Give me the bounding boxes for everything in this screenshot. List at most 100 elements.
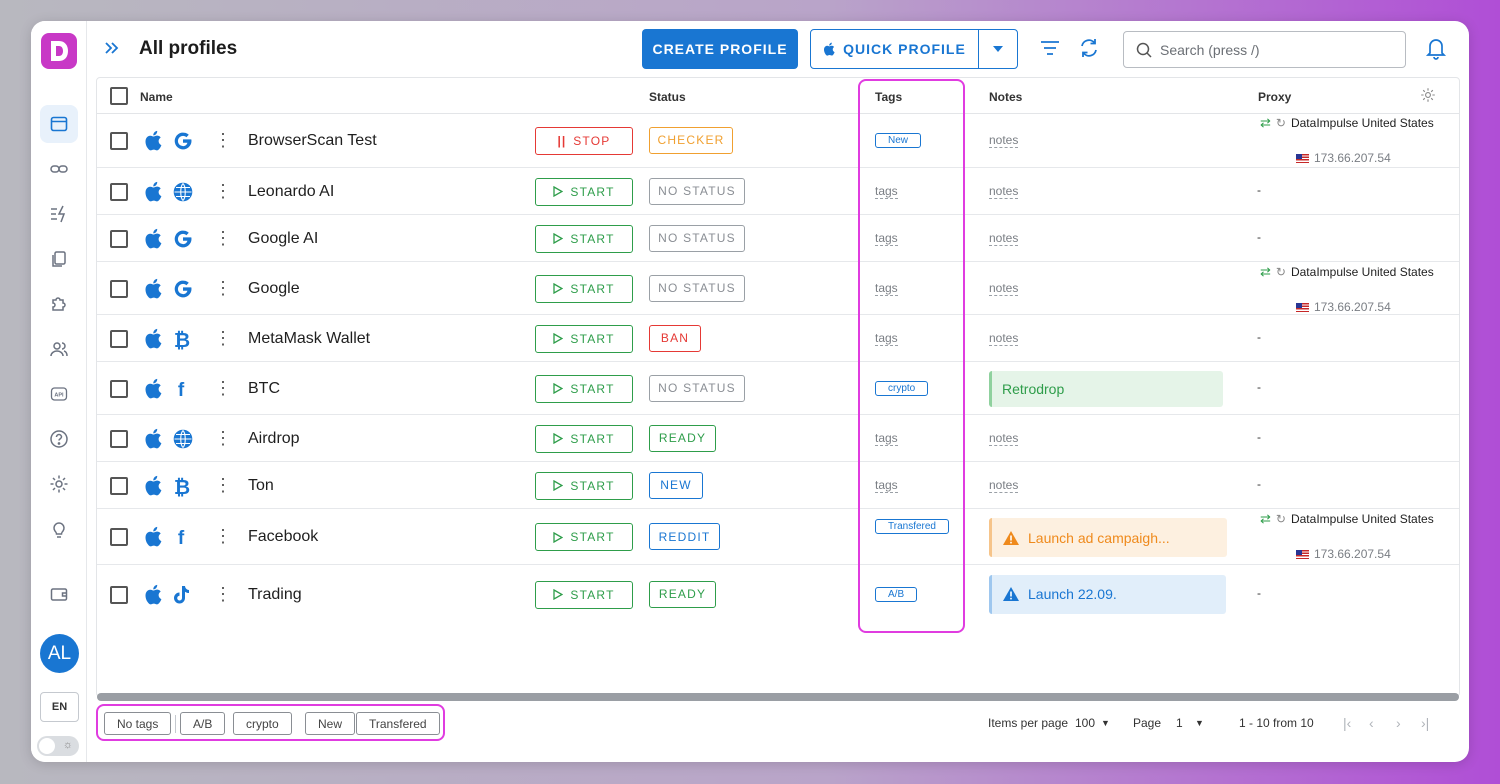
theme-toggle[interactable]: ☼: [37, 736, 79, 756]
proxy-empty[interactable]: -: [1257, 380, 1261, 394]
note-box[interactable]: Launch 22.09.: [989, 574, 1226, 614]
proxy-empty[interactable]: -: [1257, 586, 1261, 600]
start-button[interactable]: START: [535, 471, 633, 500]
profile-name[interactable]: Facebook: [248, 528, 318, 546]
profile-name[interactable]: Google: [248, 280, 300, 298]
items-per-page-caret-icon[interactable]: ▼: [1101, 718, 1110, 728]
row-menu-icon[interactable]: ⋮: [214, 182, 232, 200]
row-checkbox[interactable]: [110, 131, 128, 150]
note-box[interactable]: Launch ad campaigh...: [989, 518, 1227, 557]
start-button[interactable]: START: [535, 580, 633, 609]
add-notes-link[interactable]: notes: [989, 231, 1019, 246]
proxy-empty[interactable]: -: [1257, 183, 1261, 197]
row-checkbox[interactable]: [110, 585, 128, 604]
refresh-icon[interactable]: [1078, 37, 1100, 64]
app-logo[interactable]: [41, 33, 77, 69]
proxy-empty[interactable]: -: [1257, 230, 1261, 244]
note-box[interactable]: Retrodrop: [989, 370, 1223, 407]
start-button[interactable]: START: [535, 274, 633, 303]
row-menu-icon[interactable]: ⋮: [214, 379, 232, 397]
sidebar-item-wallet[interactable]: [45, 580, 73, 608]
profile-name[interactable]: Leonardo AI: [248, 183, 334, 201]
row-menu-icon[interactable]: ⋮: [214, 429, 232, 447]
row-menu-icon[interactable]: ⋮: [214, 229, 232, 247]
profile-name[interactable]: BrowserScan Test: [248, 132, 377, 150]
language-selector[interactable]: EN: [40, 692, 79, 722]
start-button[interactable]: START: [535, 523, 633, 551]
start-button[interactable]: START: [535, 324, 633, 353]
proxy-info[interactable]: ⇄ ↻ DataImpulse United States: [1260, 264, 1434, 280]
row-checkbox[interactable]: [110, 429, 128, 448]
sidebar-item-templates[interactable]: [45, 245, 73, 273]
start-button[interactable]: START: [535, 177, 633, 206]
proxy-info[interactable]: ⇄ ↻ DataImpulse United States: [1260, 511, 1434, 527]
table-row[interactable]: ⋮ Google AI START NO STATUS tags notes -: [97, 215, 1459, 262]
row-checkbox[interactable]: [110, 528, 128, 546]
table-row[interactable]: ₿ ⋮ Ton START NEW tags notes -: [97, 462, 1459, 509]
proxy-empty[interactable]: -: [1257, 430, 1261, 444]
profile-name[interactable]: Trading: [248, 586, 302, 604]
first-page-icon[interactable]: |‹: [1343, 715, 1351, 731]
row-checkbox[interactable]: [110, 476, 128, 495]
table-row[interactable]: ⋮ Trading START READY A/B Launch 22.09. -: [97, 565, 1459, 624]
start-button[interactable]: START: [535, 374, 633, 403]
sidebar-item-tips[interactable]: [45, 515, 73, 543]
profile-name[interactable]: Ton: [248, 477, 274, 495]
status-badge[interactable]: NO STATUS: [649, 177, 745, 205]
table-row[interactable]: ₿ ⋮ MetaMask Wallet START BAN tags notes -: [97, 315, 1459, 362]
row-checkbox[interactable]: [110, 329, 128, 348]
table-row[interactable]: ⋮ BrowserScan Test || STOP CHECKER New notes ⇄ ↻…: [97, 113, 1459, 168]
row-menu-icon[interactable]: ⋮: [214, 279, 232, 297]
add-notes-link[interactable]: notes: [989, 281, 1019, 296]
column-name[interactable]: Name: [140, 90, 173, 104]
status-badge[interactable]: REDDIT: [649, 523, 720, 550]
status-badge[interactable]: NO STATUS: [649, 274, 745, 302]
sidebar-item-extensions[interactable]: [45, 290, 73, 318]
proxy-empty[interactable]: -: [1257, 330, 1261, 344]
refresh-proxy-icon[interactable]: ↻: [1276, 512, 1286, 526]
search-box[interactable]: [1123, 31, 1406, 68]
quick-profile-main[interactable]: QUICK PROFILE: [811, 30, 979, 68]
column-status[interactable]: Status: [649, 90, 686, 104]
table-row[interactable]: ⋮ Google START NO STATUS tags notes ⇄ ↻ DataImpu…: [97, 262, 1459, 315]
avatar[interactable]: AL: [40, 634, 79, 673]
quick-profile-dropdown[interactable]: [979, 46, 1017, 52]
status-badge[interactable]: READY: [649, 580, 716, 608]
row-checkbox[interactable]: [110, 379, 128, 398]
status-badge[interactable]: NO STATUS: [649, 374, 745, 402]
table-row[interactable]: f ⋮ BTC START NO STATUS crypto Retrodrop -: [97, 362, 1459, 415]
profile-name[interactable]: Airdrop: [248, 430, 300, 448]
row-menu-icon[interactable]: ⋮: [214, 527, 232, 545]
refresh-proxy-icon[interactable]: ↻: [1276, 116, 1286, 130]
profile-name[interactable]: Google AI: [248, 230, 318, 248]
profile-name[interactable]: MetaMask Wallet: [248, 330, 370, 348]
table-row[interactable]: ⋮ Airdrop START READY tags notes -: [97, 415, 1459, 462]
next-page-icon[interactable]: ›: [1396, 715, 1401, 731]
proxy-info[interactable]: ⇄ ↻ DataImpulse United States: [1260, 115, 1434, 131]
add-notes-link[interactable]: notes: [989, 431, 1019, 446]
select-all-checkbox[interactable]: [110, 87, 128, 105]
sidebar-item-settings[interactable]: [45, 470, 73, 498]
table-row[interactable]: f ⋮ Facebook START REDDIT Transfered Launch ad…: [97, 509, 1459, 565]
status-badge[interactable]: NEW: [649, 471, 703, 499]
refresh-proxy-icon[interactable]: ↻: [1276, 265, 1286, 279]
status-badge[interactable]: NO STATUS: [649, 224, 745, 252]
create-profile-button[interactable]: CREATE PROFILE: [642, 29, 798, 69]
row-checkbox[interactable]: [110, 229, 128, 248]
expand-sidebar-icon[interactable]: [103, 39, 121, 63]
add-notes-link[interactable]: notes: [989, 331, 1019, 346]
sidebar-item-api[interactable]: API: [45, 380, 73, 408]
row-menu-icon[interactable]: ⋮: [214, 329, 232, 347]
notifications-bell-icon[interactable]: [1425, 36, 1447, 65]
quick-profile-button[interactable]: QUICK PROFILE: [810, 29, 1018, 69]
search-input[interactable]: [1160, 41, 1380, 58]
sidebar-item-profiles[interactable]: [40, 105, 78, 143]
items-per-page-select[interactable]: 100: [1075, 716, 1095, 730]
proxy-empty[interactable]: -: [1257, 477, 1261, 491]
row-checkbox[interactable]: [110, 279, 128, 298]
sidebar-item-proxies[interactable]: [45, 155, 73, 183]
start-button[interactable]: START: [535, 224, 633, 253]
last-page-icon[interactable]: ›|: [1421, 715, 1429, 731]
filter-icon[interactable]: [1039, 37, 1061, 64]
row-checkbox[interactable]: [110, 182, 128, 201]
